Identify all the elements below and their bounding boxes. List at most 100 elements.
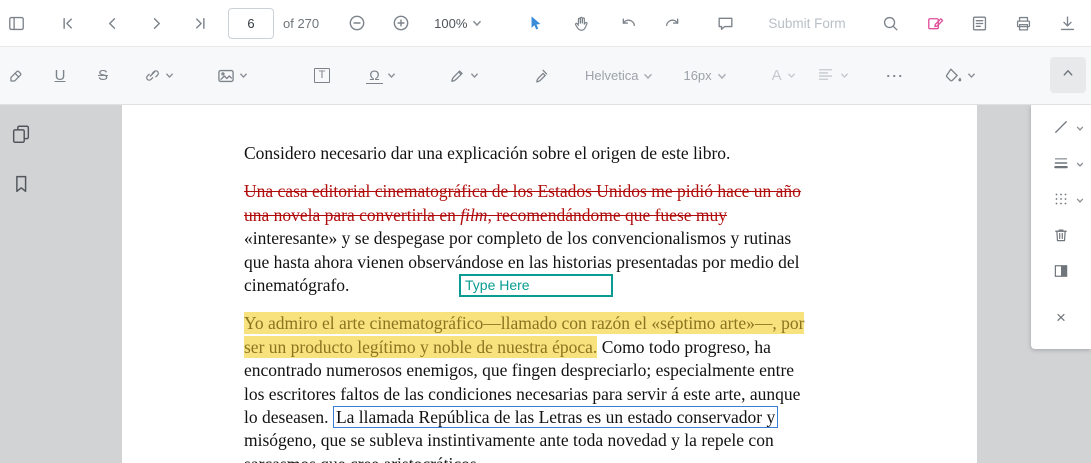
print-icon bbox=[1014, 14, 1033, 33]
chevron-down-icon bbox=[1076, 125, 1084, 132]
stamp-tool-dropdown[interactable]: Ω bbox=[357, 60, 405, 92]
opacity-dropdown[interactable] bbox=[1031, 183, 1091, 219]
underline-tool-button[interactable]: U bbox=[44, 60, 76, 92]
bookmarks-button[interactable] bbox=[5, 168, 37, 200]
contrast-style-button[interactable] bbox=[1031, 255, 1091, 291]
text-color-icon: A bbox=[771, 67, 782, 84]
search-icon bbox=[881, 14, 900, 33]
overflow-icon: ⋯ bbox=[885, 65, 905, 86]
chevron-down-icon bbox=[387, 72, 396, 79]
last-page-button[interactable] bbox=[183, 7, 215, 39]
line-tool-icon bbox=[1052, 118, 1070, 141]
comment-tool-button[interactable] bbox=[709, 7, 741, 39]
zoom-out-icon bbox=[347, 13, 367, 33]
top-toolbar: of 270 100% bbox=[0, 0, 1091, 47]
chevron-down-icon bbox=[717, 72, 727, 80]
underline-icon: U bbox=[54, 67, 66, 84]
zoom-level-value: 100% bbox=[434, 15, 468, 31]
notes-panel-icon bbox=[970, 14, 989, 33]
next-page-icon bbox=[147, 14, 166, 33]
collapse-toolbar-button[interactable] bbox=[1050, 57, 1086, 93]
download-icon bbox=[1058, 14, 1077, 33]
overflow-menu-button[interactable]: ⋯ bbox=[879, 60, 911, 92]
text-line: Como todo progreso, ha bbox=[597, 336, 771, 357]
zoom-out-button[interactable] bbox=[341, 7, 373, 39]
annotation-style-panel: × bbox=[1031, 105, 1091, 349]
delete-annotation-button[interactable] bbox=[1031, 219, 1091, 255]
text-align-dropdown[interactable] bbox=[816, 65, 849, 87]
text-line: que hasta ahora vienen observándose en l… bbox=[244, 251, 800, 272]
rectangle-annotation[interactable]: La llamada República de las Letras es un… bbox=[332, 406, 779, 429]
highlight-icon bbox=[7, 66, 26, 85]
pdf-viewer-app: of 270 100% bbox=[0, 0, 1091, 463]
search-button[interactable] bbox=[875, 7, 907, 39]
chevron-down-icon bbox=[787, 72, 796, 79]
freetext-annotation[interactable]: Type Here bbox=[459, 274, 613, 297]
line-style-dropdown[interactable] bbox=[1031, 111, 1091, 147]
first-page-icon bbox=[59, 14, 78, 33]
comment-icon bbox=[716, 14, 735, 33]
highlight-annotation[interactable]: ser un producto legítimo y noble de nues… bbox=[244, 335, 598, 358]
edit-annotations-icon bbox=[926, 14, 945, 33]
text-line: encontrado numerosos enemigos, que finge… bbox=[244, 360, 795, 381]
freetext-icon: T bbox=[313, 68, 331, 83]
opacity-icon bbox=[1052, 190, 1070, 213]
pan-tool-button[interactable] bbox=[565, 7, 597, 39]
annotation-toolbar: U S T Ω Helvetica 16px A ⋯ bbox=[0, 47, 1091, 105]
page-number-input[interactable] bbox=[228, 7, 274, 39]
next-page-button[interactable] bbox=[140, 7, 172, 39]
prev-page-button[interactable] bbox=[96, 7, 128, 39]
highlight-annotation[interactable]: Yo admiro el arte cinematográfico—llamad… bbox=[244, 312, 805, 335]
link-tool-dropdown[interactable] bbox=[135, 60, 181, 92]
download-button[interactable] bbox=[1052, 7, 1084, 39]
font-size-value: 16px bbox=[683, 68, 712, 83]
contrast-icon bbox=[1052, 262, 1070, 285]
freehand-tool-dropdown[interactable] bbox=[439, 60, 487, 92]
strikeout-annotation[interactable]: Una casa editorial cinematográfica de lo… bbox=[244, 181, 801, 201]
notes-panel-button[interactable] bbox=[964, 7, 996, 39]
image-tool-dropdown[interactable] bbox=[208, 60, 256, 92]
first-page-button[interactable] bbox=[52, 7, 84, 39]
strikeout-annotation[interactable]: una novela para convertirla en film, rec… bbox=[244, 205, 727, 225]
font-size-dropdown[interactable]: 16px bbox=[683, 68, 726, 83]
chevron-up-icon bbox=[1059, 64, 1077, 87]
prev-page-icon bbox=[103, 14, 122, 33]
select-tool-button[interactable] bbox=[519, 7, 551, 39]
chevron-down-icon bbox=[967, 72, 976, 79]
print-button[interactable] bbox=[1008, 7, 1040, 39]
zoom-level-dropdown[interactable]: 100% bbox=[434, 16, 482, 31]
chevron-down-icon bbox=[1076, 161, 1084, 168]
page-total-label: of 270 bbox=[283, 15, 320, 31]
zoom-in-button[interactable] bbox=[385, 7, 417, 39]
redo-icon bbox=[663, 14, 682, 33]
close-panel-button[interactable]: × bbox=[1031, 299, 1091, 335]
text-line: sarcasmos que cree aristocráticos. bbox=[244, 453, 804, 463]
thumbnails-button[interactable] bbox=[5, 118, 37, 150]
redo-button[interactable] bbox=[656, 7, 688, 39]
submit-form-button[interactable]: Submit Form bbox=[768, 16, 845, 31]
paragraph: Considero necesario dar una explicación … bbox=[244, 142, 804, 165]
paragraph: Yo admiro el arte cinematográfico—llamad… bbox=[244, 312, 805, 463]
stroke-thickness-dropdown[interactable] bbox=[1031, 147, 1091, 183]
fill-color-dropdown[interactable] bbox=[936, 60, 984, 92]
image-icon bbox=[216, 66, 236, 86]
panel-toggle-button[interactable] bbox=[0, 7, 32, 39]
fill-color-icon bbox=[944, 66, 964, 86]
freetext-tool-button[interactable]: T bbox=[306, 60, 338, 92]
pan-icon bbox=[572, 14, 591, 33]
content-area: Considero necesario dar una explicación … bbox=[0, 104, 1091, 463]
undo-button[interactable] bbox=[612, 7, 644, 39]
text-color-dropdown[interactable]: A bbox=[772, 68, 796, 83]
brush-tool-button[interactable] bbox=[525, 60, 557, 92]
edit-annotations-button[interactable] bbox=[920, 7, 952, 39]
freehand-icon bbox=[448, 66, 467, 85]
text-line: los escritores faltos de las condiciones… bbox=[244, 383, 801, 404]
text-line: «interesante» y se despegase por complet… bbox=[244, 228, 792, 249]
font-family-dropdown[interactable]: Helvetica bbox=[585, 68, 653, 83]
trash-icon bbox=[1052, 226, 1070, 249]
text-line: lo deseasen. bbox=[244, 407, 333, 428]
highlight-tool-button[interactable] bbox=[0, 60, 32, 92]
strikethrough-tool-button[interactable]: S bbox=[87, 60, 119, 92]
chevron-down-icon bbox=[165, 72, 174, 79]
link-icon bbox=[143, 66, 162, 85]
